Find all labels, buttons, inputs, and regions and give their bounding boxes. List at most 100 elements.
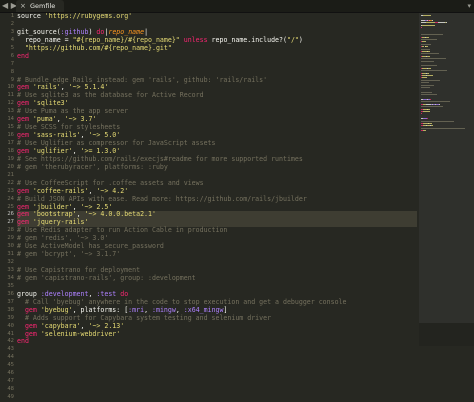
code-token: "#{repo_name}/#{repo_name}" [73, 36, 180, 44]
line-number: 37 [0, 299, 16, 307]
code-token: ) [299, 36, 303, 44]
code-token: , [73, 203, 81, 211]
code-token: ] [224, 306, 228, 314]
code-token: "/" [287, 36, 299, 44]
code-token: gem [17, 203, 29, 211]
minimap-row [421, 58, 446, 59]
code-token: , [73, 147, 81, 155]
line-number: 44 [0, 354, 16, 362]
code-token: repo_name.include?( [212, 36, 287, 44]
code-token: '~> 2.13' [88, 322, 124, 330]
minimap-row [421, 49, 430, 50]
line-number: 13 [0, 108, 16, 116]
code-token: , [57, 115, 65, 123]
minimap-row [427, 73, 430, 74]
code-token: # gem 'bcrypt', '~> 3.1.7' [17, 250, 120, 258]
line-number: 23 [0, 188, 16, 196]
line-number-gutter: 1234567891011121314151617181920212223242… [0, 13, 16, 346]
minimap-row [427, 118, 428, 119]
code-token: 'https://rubygems.org' [45, 13, 132, 20]
code-token: # Use Uglifier as compressor for JavaScr… [17, 139, 216, 147]
line-number: 11 [0, 92, 16, 100]
line-number: 2 [0, 21, 16, 29]
line-number: 40 [0, 323, 16, 331]
minimap-row [423, 15, 431, 16]
code-editor[interactable]: source 'https://rubygems.org' git_source(… [17, 13, 417, 346]
minimap-row [421, 80, 440, 81]
code-token: # Call 'byebug' anywhere in the code to … [17, 298, 347, 306]
code-token: gem [17, 187, 29, 195]
line-number: 45 [0, 362, 16, 370]
close-icon[interactable]: × [20, 0, 26, 12]
chevron-down-icon[interactable]: ▾ [467, 0, 471, 12]
line-number: 22 [0, 180, 16, 188]
minimap-row [421, 82, 429, 83]
code-token: "https://github.com/#{repo_name}.git" [25, 44, 172, 52]
code-token: # Use Puma as the app server [17, 107, 128, 115]
code-token: , [144, 306, 152, 314]
code-token: repo_name [108, 28, 144, 36]
line-number: 42 [0, 338, 16, 346]
code-token: '~> 5.0' [88, 131, 120, 139]
minimap-row [421, 121, 454, 122]
minimap-row [421, 27, 422, 28]
code-token: # Build JSON APIs with ease. Read more: … [17, 195, 307, 203]
code-token: group [17, 290, 41, 298]
code-token: , [77, 210, 85, 218]
minimap-row [421, 92, 432, 93]
minimap-row [421, 87, 430, 88]
tab-label: Gemfile [30, 0, 55, 12]
code-token: # See https://github.com/rails/execjs#re… [17, 155, 303, 163]
minimap-row [422, 77, 427, 78]
minimap-row [428, 123, 432, 124]
code-token: 'jquery-rails' [29, 218, 89, 226]
code-token: '~> 5.1.4' [69, 83, 109, 91]
line-number: 4 [0, 37, 16, 45]
code-token: | [144, 28, 148, 36]
line-number: 33 [0, 267, 16, 275]
minimap-row [423, 111, 430, 112]
minimap-row [427, 75, 433, 76]
code-token: gem [17, 131, 29, 139]
minimap-row [425, 46, 428, 47]
code-token: 'coffee-rails' [29, 187, 89, 195]
line-number: 16 [0, 132, 16, 140]
code-token: 'selenium-webdriver' [37, 330, 120, 338]
code-token: # Use sqlite3 as the database for Active… [17, 91, 204, 99]
line-number: 36 [0, 291, 16, 299]
code-token: git_source( [17, 28, 61, 36]
code-token: source [17, 13, 45, 20]
code-token: :x64_mingw [184, 306, 224, 314]
code-token: # Use Capistrano for deployment [17, 266, 140, 274]
code-token: # Use SCSS for stylesheets [17, 123, 120, 131]
code-token: :mri [128, 306, 144, 314]
minimap-viewport[interactable] [419, 13, 474, 323]
minimap-row [421, 53, 439, 54]
code-token: do [116, 290, 128, 298]
code-token: 'bootstrap' [29, 210, 77, 218]
code-token: 'jbuilder' [29, 203, 73, 211]
code-token: end [17, 52, 29, 60]
code-token: , [61, 83, 69, 91]
minimap-row [421, 113, 422, 114]
code-token: '>= 1.3.0' [81, 147, 121, 155]
minimap[interactable] [419, 13, 474, 346]
code-token: # Use ActiveModel has_secure_password [17, 242, 164, 250]
code-token: 'rails' [29, 83, 61, 91]
code-token: # Use Redis adapter to run Action Cable … [17, 226, 227, 234]
line-number: 26 [0, 211, 16, 219]
minimap-row [421, 39, 437, 40]
code-token: unless [180, 36, 212, 44]
code-token: # gem 'redis', '~> 3.0' [17, 234, 108, 242]
code-token: '~> 4.2' [96, 187, 128, 195]
code-token: gem [17, 115, 29, 123]
line-number: 48 [0, 386, 16, 394]
tab-nav-arrows-icon[interactable]: ◀ ▶ [2, 1, 17, 11]
minimap-row [431, 125, 433, 126]
tab-gemfile[interactable]: × Gemfile [16, 0, 64, 12]
code-line: # gem 'bcrypt', '~> 3.1.7' [17, 251, 417, 259]
code-line: gem 'selenium-webdriver' [17, 331, 417, 339]
minimap-row [422, 25, 435, 26]
line-number: 47 [0, 378, 16, 386]
minimap-row [421, 94, 437, 95]
